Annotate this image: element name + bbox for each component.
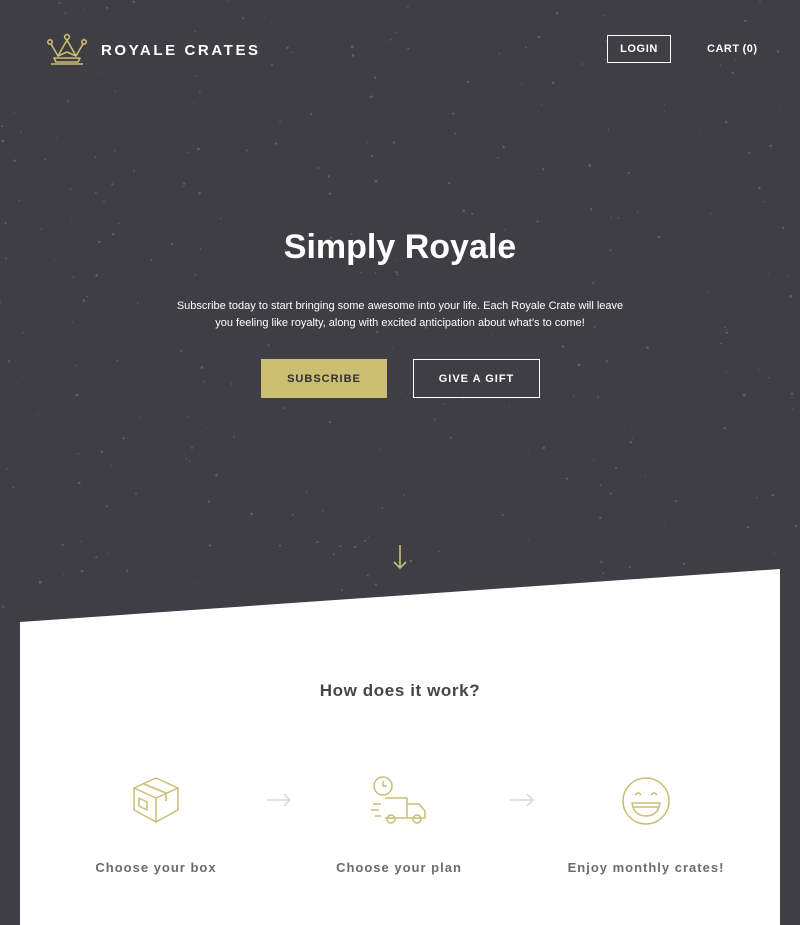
step-label: Choose your plan — [336, 860, 462, 875]
cart-label: CART — [707, 43, 740, 55]
step-choose-box: Choose your box — [76, 774, 236, 875]
step-choose-plan: Choose your plan — [319, 774, 479, 875]
how-it-works-title: How does it work? — [319, 681, 481, 700]
arrow-right-icon — [266, 793, 292, 812]
cart-count: (0) — [742, 43, 758, 55]
arrow-right-icon — [509, 793, 535, 812]
crown-icon — [46, 32, 88, 68]
box-icon — [76, 774, 236, 826]
delivery-truck-icon — [319, 774, 479, 826]
brand-name: ROYALE CRATES — [101, 41, 261, 59]
hero-title: Simply Royale — [283, 228, 517, 266]
login-button[interactable]: LOGIN — [607, 35, 671, 63]
give-gift-button[interactable]: GIVE A GIFT — [413, 359, 540, 398]
cart-link[interactable]: CART (0) — [707, 43, 758, 55]
logo[interactable]: ROYALE CRATES — [46, 32, 261, 68]
subscribe-button[interactable]: SUBSCRIBE — [261, 359, 387, 398]
step-label: Choose your box — [95, 860, 217, 875]
step-enjoy-crates: Enjoy monthly crates! — [560, 776, 732, 875]
step-label: Enjoy monthly crates! — [567, 860, 725, 875]
smiley-icon — [560, 776, 732, 826]
hero-subtitle: Subscribe today to start bringing some a… — [176, 300, 624, 329]
